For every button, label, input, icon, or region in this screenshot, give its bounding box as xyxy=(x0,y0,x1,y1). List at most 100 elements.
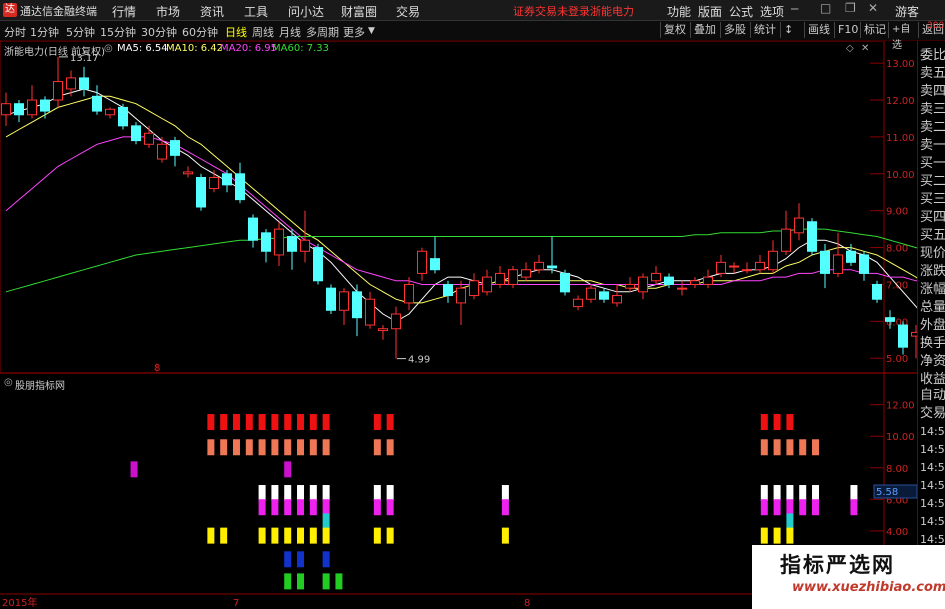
signal-bar xyxy=(284,485,292,502)
menu-zixun[interactable]: 资讯 xyxy=(200,3,224,20)
candle-down xyxy=(235,173,245,201)
menu-jiaoyi[interactable]: 交易 xyxy=(396,3,420,20)
signal-bar xyxy=(322,439,330,456)
close-icon[interactable]: ✕ xyxy=(868,1,878,15)
period-more[interactable]: 更多 xyxy=(343,24,365,40)
signal-bar xyxy=(373,527,381,544)
candle-up xyxy=(651,272,661,282)
candle-down xyxy=(170,140,180,156)
watermark-url: www.xuezhibiao.com xyxy=(792,580,945,595)
price-tick-label: 7.00 xyxy=(886,280,908,291)
signal-bar xyxy=(297,414,305,431)
menu-shichang[interactable]: 市场 xyxy=(156,3,180,20)
signal-bar xyxy=(297,551,305,568)
side-lower-1[interactable]: 交易 xyxy=(920,402,945,421)
period-weekly[interactable]: 周线 xyxy=(252,24,274,40)
signal-bar xyxy=(271,439,279,456)
signal-bar xyxy=(786,527,794,544)
menu-caifuquan[interactable]: 财富圈 xyxy=(341,3,377,20)
period-60min[interactable]: 60分钟 xyxy=(182,24,218,40)
xaxis-label-2015: 2015年 xyxy=(2,596,37,609)
signal-bar xyxy=(207,527,215,544)
candle-up xyxy=(391,313,401,330)
candle-down xyxy=(872,283,882,300)
side-field-11: 现价 xyxy=(920,246,945,261)
candle-up xyxy=(729,265,739,268)
signal-bar xyxy=(373,414,381,431)
minimize-icon[interactable]: ─ xyxy=(791,2,798,16)
maximize-icon[interactable]: □ xyxy=(820,1,831,15)
huaxian-button[interactable]: 画线 xyxy=(804,22,834,38)
candle-down xyxy=(196,176,206,208)
more-dropdown-icon[interactable]: ▼ xyxy=(368,26,375,36)
candle-down xyxy=(14,103,24,116)
signal-bar xyxy=(812,499,820,516)
side-field-0: 委比 xyxy=(920,48,945,63)
kline-chart[interactable]: 13.0012.0011.0010.009.008.007.006.005.00… xyxy=(0,41,917,609)
diejia-button[interactable]: 叠加 xyxy=(690,22,720,38)
period-30min[interactable]: 30分钟 xyxy=(141,24,177,40)
side-field-5: 卖一 xyxy=(920,138,945,153)
menu-banmian[interactable]: 版面 xyxy=(698,3,722,20)
expand-icon[interactable]: ↕ xyxy=(780,22,804,38)
candle-down xyxy=(248,217,258,241)
candle-up xyxy=(755,261,765,271)
duogu-button[interactable]: 多股 xyxy=(720,22,750,38)
candle-down xyxy=(352,291,362,319)
candle-up xyxy=(625,283,635,289)
menu-xuanxiang[interactable]: 选项 xyxy=(760,3,784,20)
signal-bar xyxy=(309,499,317,516)
signal-bar xyxy=(322,513,330,530)
candle-down xyxy=(846,250,856,263)
add-watchlist-button[interactable]: +自选 xyxy=(888,22,918,51)
period-monthly[interactable]: 月线 xyxy=(279,24,301,40)
biaoji-button[interactable]: 标记 xyxy=(860,22,888,38)
candle-up xyxy=(521,269,531,278)
candle-up xyxy=(742,269,752,272)
tongji-button[interactable]: 统计 xyxy=(750,22,780,38)
signal-bar xyxy=(309,439,317,456)
signal-bar xyxy=(322,573,330,590)
fuquan-button[interactable]: 复权 xyxy=(660,22,690,38)
candle-up xyxy=(833,254,843,274)
period-toolbar: 分时 1分钟 5分钟 15分钟 30分钟 60分钟 日线 周线 月线 多周期 更… xyxy=(0,21,945,51)
signal-bar xyxy=(786,513,794,530)
watermark-title: 指标严选网 xyxy=(780,553,895,577)
restore-icon[interactable]: ❐ xyxy=(845,1,856,15)
menu-wenxiaoda[interactable]: 问小达 xyxy=(288,3,324,20)
side-lower-0[interactable]: 自动 xyxy=(920,384,945,403)
period-fenshi[interactable]: 分时 xyxy=(4,24,26,40)
period-1min[interactable]: 1分钟 xyxy=(30,24,59,40)
side-field-4: 卖二 xyxy=(920,120,945,135)
side-time-0: 14:56 xyxy=(920,425,945,438)
candle-up xyxy=(157,143,167,160)
period-15min[interactable]: 15分钟 xyxy=(100,24,136,40)
signal-bar xyxy=(386,499,394,516)
candle-up xyxy=(365,298,375,326)
candle-up xyxy=(573,298,583,308)
menu-hangqing[interactable]: 行情 xyxy=(112,3,136,20)
period-5min[interactable]: 5分钟 xyxy=(66,24,95,40)
price-tick-label: 8.00 xyxy=(886,244,908,255)
candle-up xyxy=(27,99,37,116)
signal-bar xyxy=(501,499,509,516)
side-field-15: 外盘 xyxy=(920,318,945,333)
signal-bar xyxy=(760,527,768,544)
candle-down xyxy=(443,283,453,297)
menu-gongshi[interactable]: 公式 xyxy=(729,3,753,20)
signal-bar xyxy=(786,439,794,456)
user-label[interactable]: 游客 xyxy=(895,3,919,20)
period-multi[interactable]: 多周期 xyxy=(306,24,339,40)
login-status[interactable]: 证券交易未登录 xyxy=(513,3,590,19)
side-field-10: 买五 xyxy=(920,228,945,243)
menu-gongju[interactable]: 工具 xyxy=(244,3,268,20)
menu-gongneng[interactable]: 功能 xyxy=(667,3,691,20)
signal-bar xyxy=(812,439,820,456)
period-daily[interactable]: 日线 xyxy=(225,24,247,40)
signal-bar xyxy=(284,551,292,568)
signal-bar xyxy=(220,527,228,544)
price-tick-label: 12.00 xyxy=(886,96,915,107)
candle-down xyxy=(547,265,557,269)
f10-button[interactable]: F10 xyxy=(834,22,860,38)
title-bar: 达 通达信金融终端 行情 市场 资讯 工具 问小达 财富圈 交易 证券交易未登录… xyxy=(0,0,945,21)
